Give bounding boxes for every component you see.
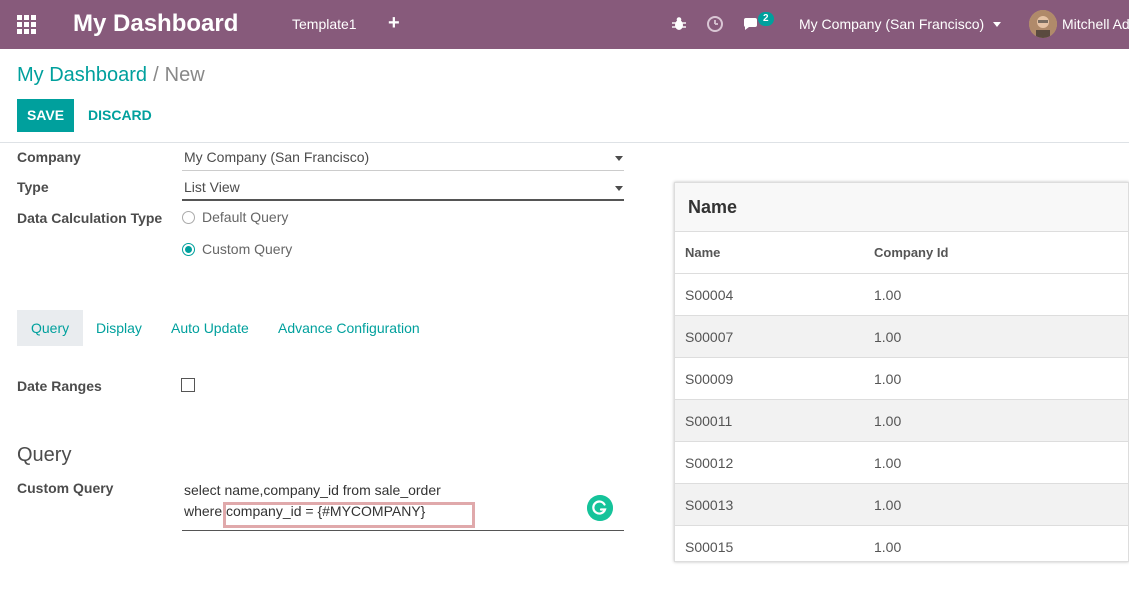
cell-company-id: 1.00	[874, 329, 902, 345]
cell-company-id: 1.00	[874, 455, 902, 471]
type-select-value: List View	[184, 179, 240, 195]
activity-clock-icon[interactable]	[705, 14, 725, 34]
column-header-name[interactable]: Name	[685, 245, 720, 260]
radio-unchecked-icon[interactable]	[182, 210, 195, 224]
type-label: Type	[17, 179, 49, 195]
save-button[interactable]: SAVE	[17, 99, 74, 132]
tab-query[interactable]: Query	[17, 310, 84, 346]
chevron-down-icon	[615, 186, 623, 191]
table-row[interactable]: S00007 1.00	[675, 316, 1128, 358]
radio-checked-icon[interactable]	[182, 242, 195, 256]
preview-panel: Name Name Company Id S00004 1.00 S00007 …	[674, 182, 1129, 562]
cell-company-id: 1.00	[874, 539, 902, 555]
table-row[interactable]: S00009 1.00	[675, 358, 1128, 400]
breadcrumb-current: New	[164, 64, 205, 86]
avatar[interactable]	[1029, 10, 1057, 38]
chevron-down-icon	[615, 156, 623, 161]
cell-name: S00011	[685, 413, 733, 429]
apps-menu-icon[interactable]	[17, 15, 36, 34]
company-select[interactable]: My Company (San Francisco)	[182, 145, 624, 171]
cell-name: S00012	[685, 455, 734, 471]
preview-title: Name	[675, 183, 1128, 232]
table-row[interactable]: S00012 1.00	[675, 442, 1128, 484]
date-ranges-label: Date Ranges	[17, 378, 102, 394]
cell-company-id: 1.00	[874, 287, 902, 303]
tab-advance-configuration[interactable]: Advance Configuration	[264, 310, 434, 346]
user-avatar-icon	[1029, 10, 1057, 38]
cell-company-id: 1.00	[874, 497, 902, 513]
chevron-down-icon[interactable]	[993, 22, 1001, 27]
discard-button[interactable]: DISCARD	[88, 99, 152, 132]
debug-bug-icon[interactable]	[669, 14, 689, 34]
company-switcher[interactable]: My Company (San Francisco)	[799, 16, 984, 32]
query-line-1: select name,company_id from sale_order	[184, 482, 441, 498]
cell-name: S00009	[685, 371, 734, 387]
top-navbar: My Dashboard Template1 + 2 My Company (S…	[0, 0, 1129, 49]
date-ranges-checkbox[interactable]	[181, 378, 195, 392]
table-row[interactable]: S00004 1.00	[675, 274, 1128, 316]
grammarly-icon[interactable]	[587, 495, 613, 521]
breadcrumb: My Dashboard / New	[17, 64, 205, 87]
cell-name: S00015	[685, 539, 734, 555]
table-row[interactable]: S00015 1.00	[675, 526, 1128, 561]
cell-company-id: 1.00	[874, 371, 902, 387]
add-icon[interactable]: +	[388, 13, 400, 33]
custom-query-label: Custom Query	[17, 480, 114, 496]
radio-custom-query-label: Custom Query	[202, 241, 293, 257]
query-section-title: Query	[17, 444, 72, 466]
radio-custom-query[interactable]: Custom Query	[182, 241, 292, 257]
highlight-annotation	[223, 502, 475, 528]
company-label: Company	[17, 149, 81, 165]
menu-template1[interactable]: Template1	[292, 16, 357, 32]
breadcrumb-parent[interactable]: My Dashboard	[17, 64, 147, 86]
user-name[interactable]: Mitchell Ad	[1062, 16, 1129, 32]
cell-company-id: 1.00	[874, 413, 902, 429]
column-header-company-id[interactable]: Company Id	[874, 245, 948, 260]
breadcrumb-separator: /	[153, 64, 159, 86]
tab-display[interactable]: Display	[82, 310, 156, 346]
cell-name: S00013	[685, 497, 734, 513]
radio-default-query-label: Default Query	[202, 209, 289, 225]
cell-name: S00007	[685, 329, 734, 345]
control-panel: My Dashboard / New SAVE DISCARD	[0, 49, 1129, 143]
table-header: Name Company Id	[675, 232, 1128, 274]
company-select-value: My Company (San Francisco)	[184, 149, 370, 165]
tab-auto-update[interactable]: Auto Update	[157, 310, 263, 346]
app-title[interactable]: My Dashboard	[73, 10, 238, 38]
type-select[interactable]: List View	[182, 175, 624, 201]
table-row[interactable]: S00013 1.00	[675, 484, 1128, 526]
calc-type-label: Data Calculation Type	[17, 210, 163, 226]
cell-name: S00004	[685, 287, 734, 303]
messages-badge: 2	[758, 12, 774, 26]
table-row[interactable]: S00011 1.00	[675, 400, 1128, 442]
radio-default-query[interactable]: Default Query	[182, 209, 288, 225]
